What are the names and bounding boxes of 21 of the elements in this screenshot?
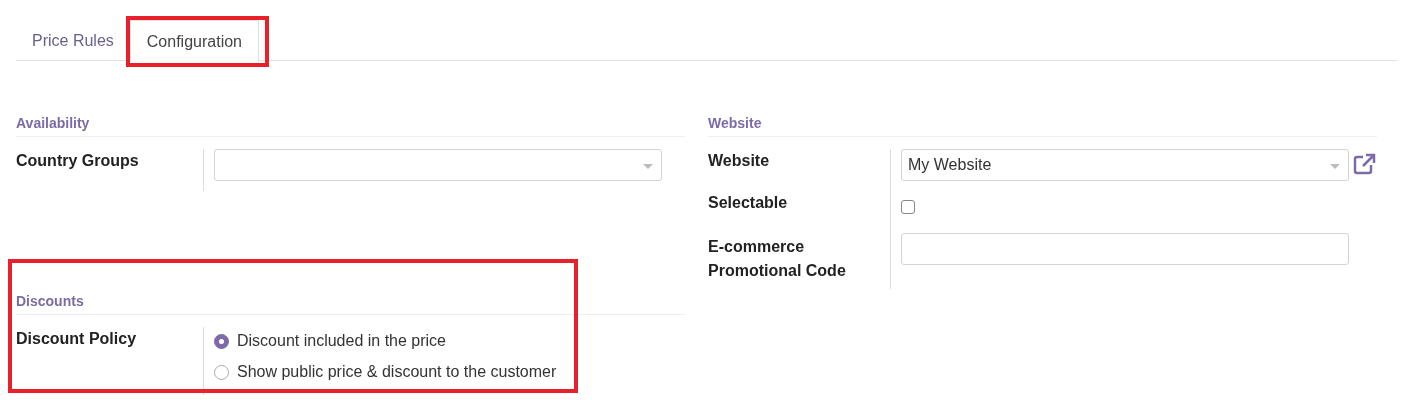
section-title: Website bbox=[708, 113, 1377, 137]
select-field[interactable]: My Website bbox=[901, 149, 1349, 181]
select-field[interactable] bbox=[214, 149, 662, 181]
checkbox[interactable] bbox=[901, 200, 915, 214]
field-label: Country Groups bbox=[16, 151, 140, 171]
section-title: Availability bbox=[16, 113, 685, 137]
radio-button[interactable] bbox=[214, 364, 229, 380]
input-field[interactable] bbox=[901, 233, 1349, 265]
external-link-icon[interactable] bbox=[1353, 153, 1377, 175]
caret-icon bbox=[643, 164, 653, 169]
field-label: Website bbox=[708, 151, 771, 171]
field-label: Discount Policy bbox=[16, 329, 138, 349]
radio-label: Show public price & discount to the customer bbox=[237, 362, 557, 382]
field-label: E-commerce Promotional Code bbox=[708, 237, 847, 281]
field-label: Selectable bbox=[708, 193, 789, 213]
tab[interactable]: Configuration bbox=[129, 20, 259, 62]
section-title: Discounts bbox=[16, 291, 685, 315]
caret-icon bbox=[1330, 164, 1340, 169]
radio-button[interactable] bbox=[214, 333, 229, 349]
tab[interactable]: Price Rules bbox=[16, 20, 130, 61]
radio-label: Discount included in the price bbox=[237, 331, 446, 351]
